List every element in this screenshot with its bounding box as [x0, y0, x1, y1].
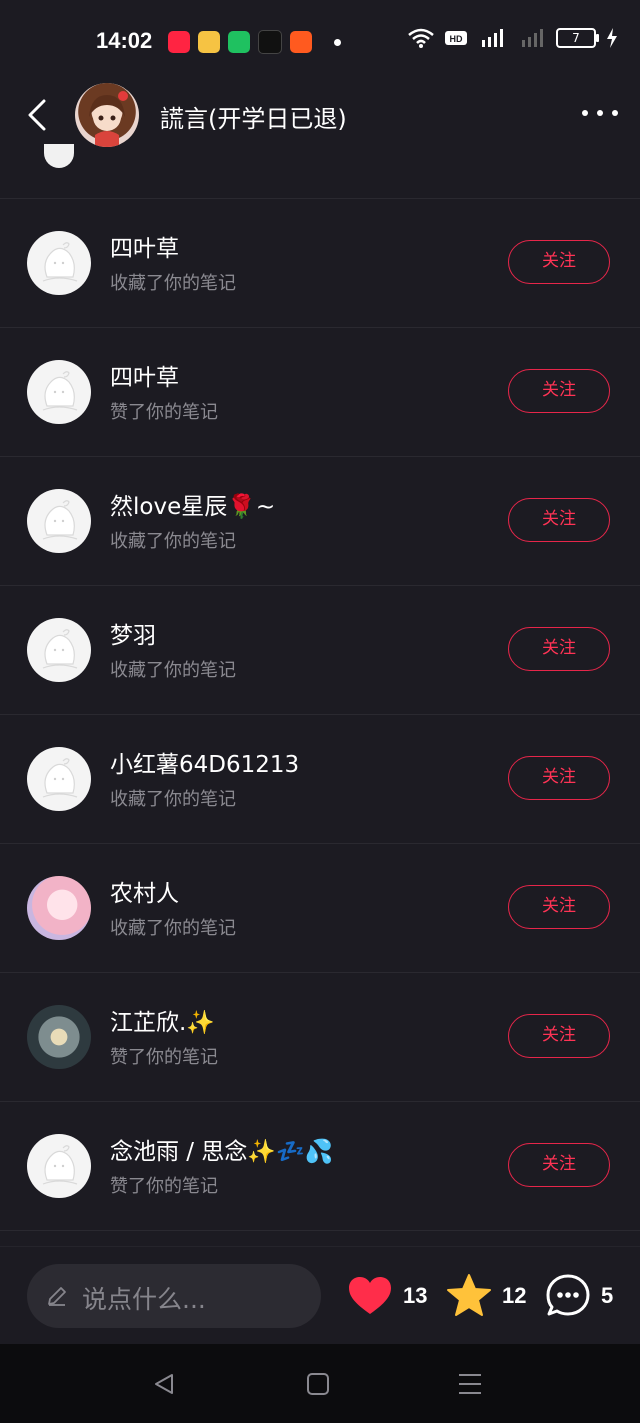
comment-bubble-icon — [546, 1274, 590, 1316]
avatar[interactable] — [27, 876, 91, 940]
follow-button[interactable]: 关注 — [508, 627, 610, 671]
list-item[interactable]: 四叶草收藏了你的笔记 关注 — [0, 199, 640, 328]
list-item[interactable]: 小红薯64D61213 收藏了你的笔记 关注 — [0, 715, 640, 844]
comment-input[interactable]: 说点什么... — [27, 1264, 321, 1328]
avatar[interactable] — [27, 231, 91, 295]
action-text: 收藏了你的笔记 — [110, 273, 236, 294]
action-text: 赞了你的笔记 — [110, 1047, 218, 1068]
wifi-icon — [408, 28, 434, 48]
action-text: 赞了你的笔记 — [110, 402, 218, 423]
user-name[interactable]: 江芷欣.✨ — [110, 1003, 215, 1037]
nav-menu-icon[interactable] — [458, 1372, 482, 1396]
list-item[interactable]: 然love星辰🌹~ 收藏了你的笔记 关注 — [0, 457, 640, 586]
collect-count: 12 — [502, 1283, 527, 1308]
comment-button[interactable]: 5 — [544, 1271, 613, 1321]
like-count: 13 — [403, 1283, 428, 1308]
chat-title: 謊言(开学日已退) — [160, 105, 347, 133]
chat-header: 謊言(开学日已退) — [0, 80, 640, 164]
avatar[interactable] — [27, 1134, 91, 1198]
follow-button[interactable]: 关注 — [508, 885, 610, 929]
system-nav-bar — [0, 1344, 640, 1423]
avatar[interactable] — [27, 489, 91, 553]
pencil-icon — [48, 1287, 66, 1306]
phone-app-icon — [228, 31, 250, 53]
user-name[interactable]: 念池雨 / 思念✨💤💦 — [110, 1132, 333, 1166]
avatar[interactable] — [27, 1005, 91, 1069]
notification-list[interactable]: 四叶草 收藏了你的笔记 关注 四叶草 赞了你的笔记 关注 然love星辰🌹~ 收藏了你的笔记关… — [0, 144, 640, 1231]
svg-text:HD: HD — [450, 34, 463, 44]
star-icon — [447, 1274, 491, 1316]
user-name[interactable]: 梦羽 — [110, 616, 156, 650]
follow-button[interactable]: 关注 — [508, 756, 610, 800]
status-bar: 14:02 HD 7 — [0, 0, 640, 80]
bottom-bar: 说点什么... 13 12 5 — [0, 1246, 640, 1345]
notification-icons — [168, 30, 341, 54]
status-time: 14:02 — [96, 28, 153, 53]
list-item[interactable]: 江芷欣.✨ 赞了你的笔记 关注 — [0, 973, 640, 1102]
avatar[interactable] — [27, 360, 91, 424]
action-text: 赞了你的笔记 — [110, 1176, 218, 1197]
follow-button[interactable]: 关注 — [508, 369, 610, 413]
follow-button[interactable]: 关注 — [508, 1014, 610, 1058]
list-item-partial — [0, 144, 640, 199]
user-name[interactable]: 四叶草 — [110, 358, 179, 392]
user-name[interactable]: 农村人 — [110, 874, 179, 908]
follow-button[interactable]: 关注 — [508, 240, 610, 284]
action-text: 收藏了你的笔记 — [110, 789, 236, 810]
user-name[interactable]: 小红薯64D61213 — [110, 745, 299, 779]
comment-placeholder: 说点什么... — [82, 1285, 206, 1314]
list-item[interactable]: 念池雨 / 思念✨💤💦 赞了你的笔记 关注 — [0, 1102, 640, 1231]
follow-button[interactable]: 关注 — [508, 1143, 610, 1187]
back-arrow-icon[interactable] — [22, 98, 56, 132]
nav-back-icon[interactable] — [152, 1372, 176, 1396]
follow-button[interactable]: 关注 — [508, 498, 610, 542]
collect-button[interactable]: 12 — [445, 1271, 526, 1321]
kuaishou-app-icon — [290, 31, 312, 53]
more-options-icon[interactable] — [582, 110, 618, 116]
weibo-app-icon — [198, 31, 220, 53]
system-icons: HD 7 — [408, 28, 618, 48]
signal-icon — [522, 29, 543, 47]
header-avatar[interactable] — [75, 83, 139, 147]
tiktok-app-icon — [258, 30, 282, 54]
nav-home-icon[interactable] — [306, 1372, 330, 1396]
heart-icon — [349, 1277, 391, 1314]
signal-5g-icon — [482, 29, 503, 47]
user-name[interactable]: 四叶草 — [110, 229, 179, 263]
more-notifications-dot-icon — [334, 38, 341, 46]
battery-icon: 7 — [556, 28, 599, 48]
avatar — [44, 144, 74, 168]
action-text: 收藏了你的笔记 — [110, 660, 236, 681]
list-item[interactable]: 梦羽收藏了你的笔记 关注 — [0, 586, 640, 715]
list-item[interactable]: 农村人收藏了你的笔记 关注 — [0, 844, 640, 973]
comment-count: 5 — [601, 1283, 614, 1308]
like-button[interactable]: 13 — [346, 1271, 427, 1321]
avatar[interactable] — [27, 747, 91, 811]
action-text: 收藏了你的笔记 — [110, 918, 236, 939]
hd-icon: HD — [445, 31, 467, 45]
xiaohongshu-app-icon — [168, 31, 190, 53]
action-text: 收藏了你的笔记 — [110, 531, 236, 552]
charging-icon — [607, 28, 617, 48]
avatar[interactable] — [27, 618, 91, 682]
list-item[interactable]: 四叶草赞了你的笔记 关注 — [0, 328, 640, 457]
user-name[interactable]: 然love星辰🌹~ — [110, 487, 275, 521]
